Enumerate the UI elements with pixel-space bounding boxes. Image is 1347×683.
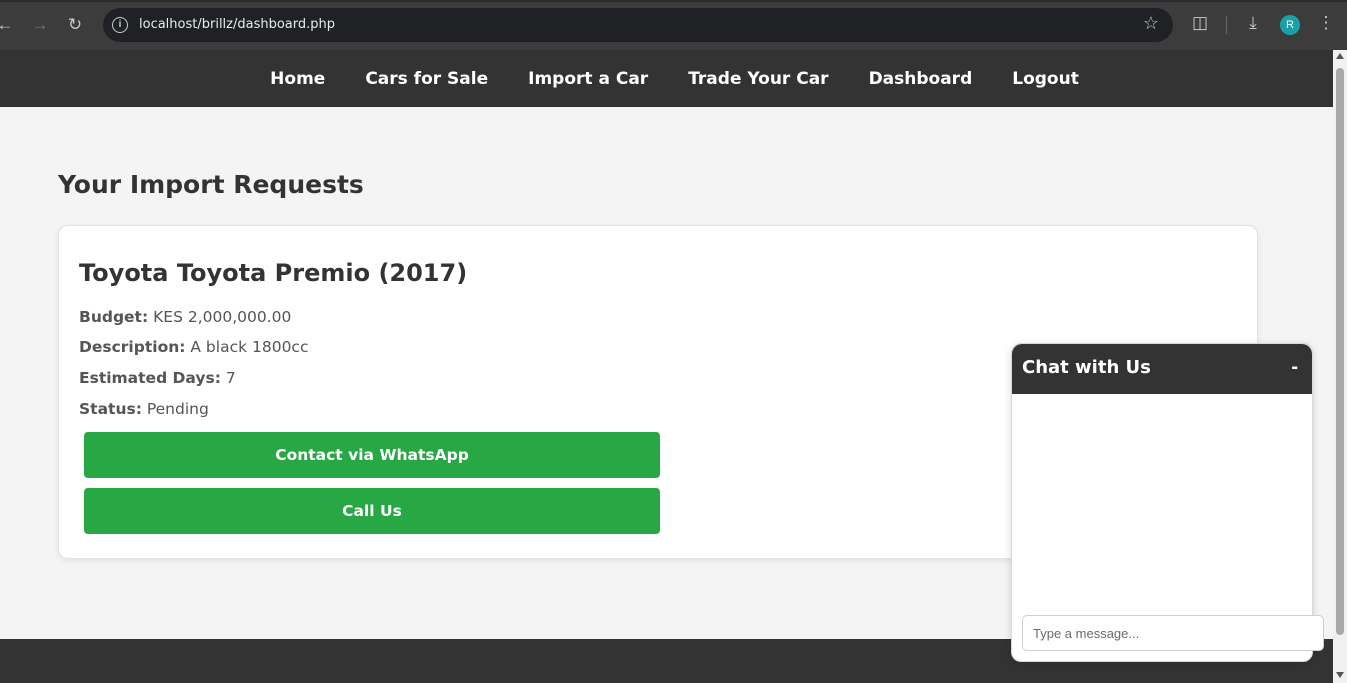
page-scrollbar[interactable] — [1333, 50, 1347, 683]
profile-avatar[interactable]: R — [1280, 15, 1300, 35]
nav-cars-for-sale[interactable]: Cars for Sale — [365, 69, 488, 89]
bookmark-star-icon[interactable]: ☆ — [1143, 13, 1159, 34]
chat-message-input[interactable] — [1022, 615, 1324, 651]
budget-field: Budget: KES 2,000,000.00 — [79, 308, 291, 326]
tab-strip — [0, 0, 1347, 2]
whatsapp-button[interactable]: Contact via WhatsApp — [84, 432, 660, 478]
extensions-icon[interactable]: ◫ — [1188, 13, 1212, 33]
nav-dashboard[interactable]: Dashboard — [869, 69, 973, 89]
chat-title: Chat with Us — [1022, 357, 1151, 378]
nav-import-a-car[interactable]: Import a Car — [528, 69, 648, 89]
status-value: Pending — [146, 400, 209, 418]
main-nav: Home Cars for Sale Import a Car Trade Yo… — [0, 50, 1333, 107]
budget-value: KES 2,000,000.00 — [153, 308, 292, 326]
nav-logout[interactable]: Logout — [1012, 69, 1079, 89]
estimated-days-value: 7 — [225, 369, 236, 387]
scrollbar-thumb[interactable] — [1336, 68, 1344, 635]
chat-minimize-button[interactable]: - — [1291, 356, 1298, 379]
page-title: Your Import Requests — [58, 170, 364, 199]
description-field: Description: A black 1800cc — [79, 338, 308, 356]
scroll-up-arrow-icon[interactable] — [1336, 53, 1344, 59]
url-text[interactable]: localhost/brillz/dashboard.php — [139, 17, 335, 32]
browser-toolbar: ← → ↻ i localhost/brillz/dashboard.php ☆… — [0, 0, 1347, 50]
status-field: Status: Pending — [79, 400, 209, 418]
description-label: Description: — [79, 338, 186, 356]
estimated-days-field: Estimated Days: 7 — [79, 369, 236, 387]
forward-icon[interactable]: → — [27, 12, 53, 38]
request-title: Toyota Toyota Premio (2017) — [79, 259, 468, 287]
nav-home[interactable]: Home — [270, 69, 325, 89]
call-us-button[interactable]: Call Us — [84, 488, 660, 534]
chat-widget: Chat with Us - — [1011, 343, 1324, 662]
status-label: Status: — [79, 400, 142, 418]
back-icon[interactable]: ← — [0, 12, 18, 38]
menu-kebab-icon[interactable]: ⋮ — [1314, 13, 1338, 33]
scroll-down-arrow-icon[interactable] — [1336, 672, 1344, 678]
description-value: A black 1800cc — [190, 338, 309, 356]
site-info-icon[interactable]: i — [112, 17, 128, 33]
reload-icon[interactable]: ↻ — [62, 12, 88, 38]
estimated-days-label: Estimated Days: — [79, 369, 221, 387]
chat-header[interactable]: Chat with Us - — [1012, 344, 1312, 394]
nav-trade-your-car[interactable]: Trade Your Car — [688, 69, 828, 89]
download-icon[interactable]: ⤓ — [1241, 13, 1265, 33]
toolbar-separator — [1226, 16, 1227, 34]
site-header: Home Cars for Sale Import a Car Trade Yo… — [0, 50, 1333, 107]
budget-label: Budget: — [79, 308, 149, 326]
address-bar[interactable]: i localhost/brillz/dashboard.php ☆ — [103, 8, 1173, 42]
